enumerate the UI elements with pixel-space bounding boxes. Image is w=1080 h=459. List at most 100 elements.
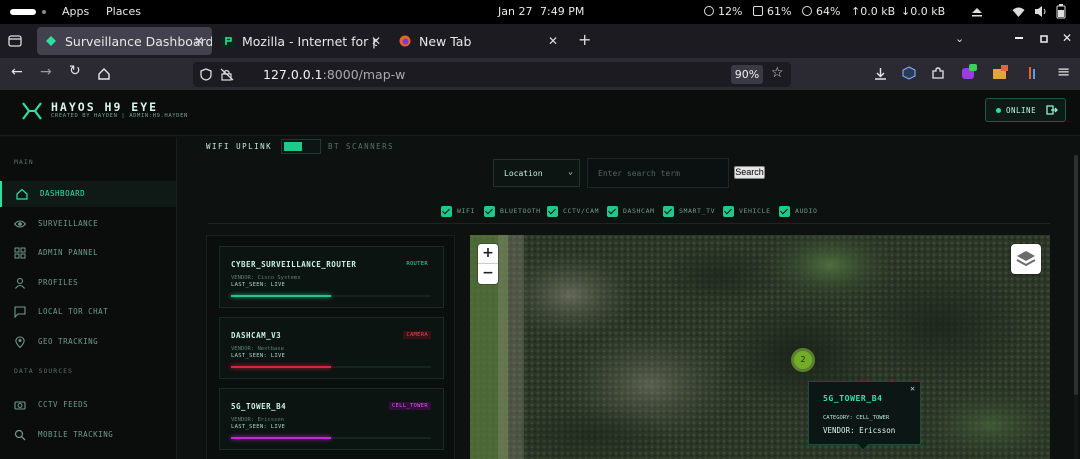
battery-status-icon[interactable] — [1056, 4, 1066, 19]
search-input[interactable] — [588, 159, 728, 187]
clock[interactable]: 7:49 PM — [540, 5, 584, 18]
sidebar-extension-icon[interactable] — [1026, 66, 1040, 80]
zoom-out-button[interactable]: − — [478, 264, 498, 284]
online-status-button[interactable]: ONLINE — [985, 98, 1066, 122]
location-pin-icon — [15, 336, 25, 348]
url-text[interactable]: 127.0.0.1:8000/map-w — [263, 67, 405, 82]
memory-indicator: 61% — [753, 5, 791, 18]
url-bar[interactable]: 127.0.0.1:8000/map-w 90% ☆ — [193, 62, 791, 87]
net-down: ↓0.0 kB — [901, 5, 946, 18]
minimize-icon[interactable] — [1015, 37, 1025, 40]
device-last-seen: LAST_SEEN: LIVE — [231, 282, 286, 288]
close-tab-icon[interactable]: ✕ — [371, 34, 381, 48]
sidebar-item-surveillance[interactable]: SURVEILLANCE — [0, 211, 176, 237]
sidebar-item-admin-pannel[interactable]: ADMIN PANNEL — [0, 240, 176, 266]
memory-value: 61% — [767, 5, 792, 18]
marker-cluster[interactable]: 2 — [791, 348, 815, 372]
device-type-badge: ROUTER — [406, 261, 428, 267]
downloads-icon[interactable] — [874, 67, 887, 80]
sidebar-item-label: LOCAL TOR CHAT — [38, 307, 109, 316]
home-icon[interactable] — [97, 67, 111, 81]
tracking-shield-icon[interactable] — [200, 68, 212, 81]
volume-icon[interactable] — [1034, 5, 1047, 18]
popup-category: CATEGORY: CELL_TOWER — [823, 415, 890, 421]
filter-dashcam[interactable]: DASHCAM — [607, 205, 655, 217]
device-vendor: VENDOR: Nextbase — [231, 346, 284, 352]
filter-audio[interactable]: AUDIO — [779, 205, 818, 217]
map-layers-button[interactable] — [1011, 244, 1041, 274]
sidebar-item-cctv-feeds[interactable]: CCTV FEEDS — [0, 392, 176, 418]
filter-wifi[interactable]: WIFI — [441, 205, 475, 217]
divider — [208, 223, 1050, 224]
filter-smart-tv[interactable]: SMART_TV — [663, 205, 715, 217]
sidebar-item-local-tor-chat[interactable]: LOCAL TOR CHAT — [0, 299, 176, 325]
zoom-in-button[interactable]: + — [478, 244, 498, 264]
tab-list-chevron-icon[interactable]: ⌄ — [955, 32, 964, 45]
checkbox[interactable] — [779, 205, 790, 217]
tab-mozilla[interactable]: Mozilla - Internet for peo ✕ — [214, 27, 389, 55]
checkbox[interactable] — [547, 205, 558, 217]
checkbox[interactable] — [607, 205, 618, 217]
reload-icon[interactable]: ↻ — [69, 63, 81, 79]
forward-arrow-icon[interactable]: → — [40, 64, 52, 80]
tab-new-tab[interactable]: New Tab ✕ — [391, 27, 566, 55]
checkbox[interactable] — [441, 205, 452, 217]
close-tab-icon[interactable]: ✕ — [194, 34, 204, 48]
apps-menu[interactable]: Apps — [62, 5, 89, 18]
sidebar-item-geo-tracking[interactable]: GEO TRACKING — [0, 329, 176, 355]
signal-fill — [231, 437, 331, 439]
select-value: Location — [504, 169, 543, 178]
close-tab-icon[interactable]: ✕ — [548, 34, 558, 48]
uplink-switch[interactable] — [281, 139, 321, 154]
sidebar-item-mobile-tracking[interactable]: MOBILE TRACKING — [0, 422, 176, 448]
device-type-badge: CAMERA — [403, 331, 431, 339]
bookmark-star-icon[interactable]: ☆ — [771, 65, 784, 81]
device-card[interactable]: DASHCAM_V3 CAMERA VENDOR: Nextbase LAST_… — [219, 317, 444, 379]
workspace-indicator[interactable] — [10, 9, 46, 15]
search-icon — [14, 429, 26, 441]
sidebar-item-profiles[interactable]: PROFILES — [0, 270, 176, 296]
places-menu[interactable]: Places — [106, 5, 141, 18]
date[interactable]: Jan 27 — [498, 5, 532, 18]
firefox-icon — [399, 35, 411, 47]
checkbox[interactable] — [663, 205, 674, 217]
filter-vehicle[interactable]: VEHICLE — [723, 205, 771, 217]
close-window-icon[interactable]: ✕ — [1062, 31, 1072, 45]
device-card[interactable]: 5G_TOWER_B4 CELL_TOWER VENDOR: Ericsson … — [219, 388, 444, 450]
filter-cctv-cam[interactable]: CCTV/CAM — [547, 205, 599, 217]
lock-warning-icon[interactable] — [220, 68, 234, 81]
filter-bluetooth[interactable]: BLUETOOTH — [484, 205, 541, 217]
extension-badge-icon[interactable] — [961, 64, 977, 80]
app-header: HAYOS H9 EYE CREATED BY HAYDEN | ADMIN:H… — [0, 90, 1080, 136]
scrollbar-thumb[interactable] — [1074, 155, 1078, 395]
close-popup-icon[interactable]: ✕ — [910, 384, 915, 393]
signal-fill — [231, 366, 331, 368]
maximize-icon[interactable] — [1040, 35, 1048, 43]
search-type-select[interactable]: Location ⌄ — [493, 159, 580, 187]
logout-icon[interactable] — [1046, 104, 1058, 116]
hamburger-menu-icon[interactable]: ≡ — [1057, 62, 1070, 81]
sidebar-item-dashboard[interactable]: DASHBOARD — [0, 181, 176, 207]
status-label: ONLINE — [1006, 106, 1037, 115]
satellite-map[interactable]: + − 2 ✕ 5G_TOWER_B4 CATEGORY: CELL_TOWER… — [470, 235, 1050, 459]
tab-surveillance-dashboard[interactable]: Surveillance Dashboard ✕ — [37, 27, 212, 55]
wifi-icon[interactable] — [1012, 6, 1025, 18]
checkbox[interactable] — [723, 205, 734, 217]
search-field[interactable] — [587, 158, 729, 188]
eject-icon[interactable] — [971, 6, 983, 18]
zoom-level[interactable]: 90% — [731, 65, 763, 84]
firefox-view-icon[interactable] — [8, 34, 22, 47]
page-scrollbar[interactable] — [1074, 155, 1078, 459]
new-tab-plus-icon[interactable]: + — [578, 30, 591, 49]
extension-fox-icon[interactable] — [991, 63, 1009, 81]
checkbox[interactable] — [484, 205, 495, 217]
search-button[interactable]: Search — [734, 166, 765, 179]
back-arrow-icon[interactable]: ← — [11, 64, 23, 80]
eye-icon — [14, 220, 26, 228]
extensions-puzzle-icon[interactable] — [931, 66, 945, 80]
device-card[interactable]: CYBER_SURVEILLANCE_ROUTER ROUTER VENDOR:… — [219, 246, 444, 308]
cpu-value: 12% — [718, 5, 743, 18]
container-extension-icon[interactable] — [902, 66, 916, 80]
status-dot — [996, 108, 1001, 113]
surveillance-app: HAYOS H9 EYE CREATED BY HAYDEN | ADMIN:H… — [0, 90, 1080, 459]
